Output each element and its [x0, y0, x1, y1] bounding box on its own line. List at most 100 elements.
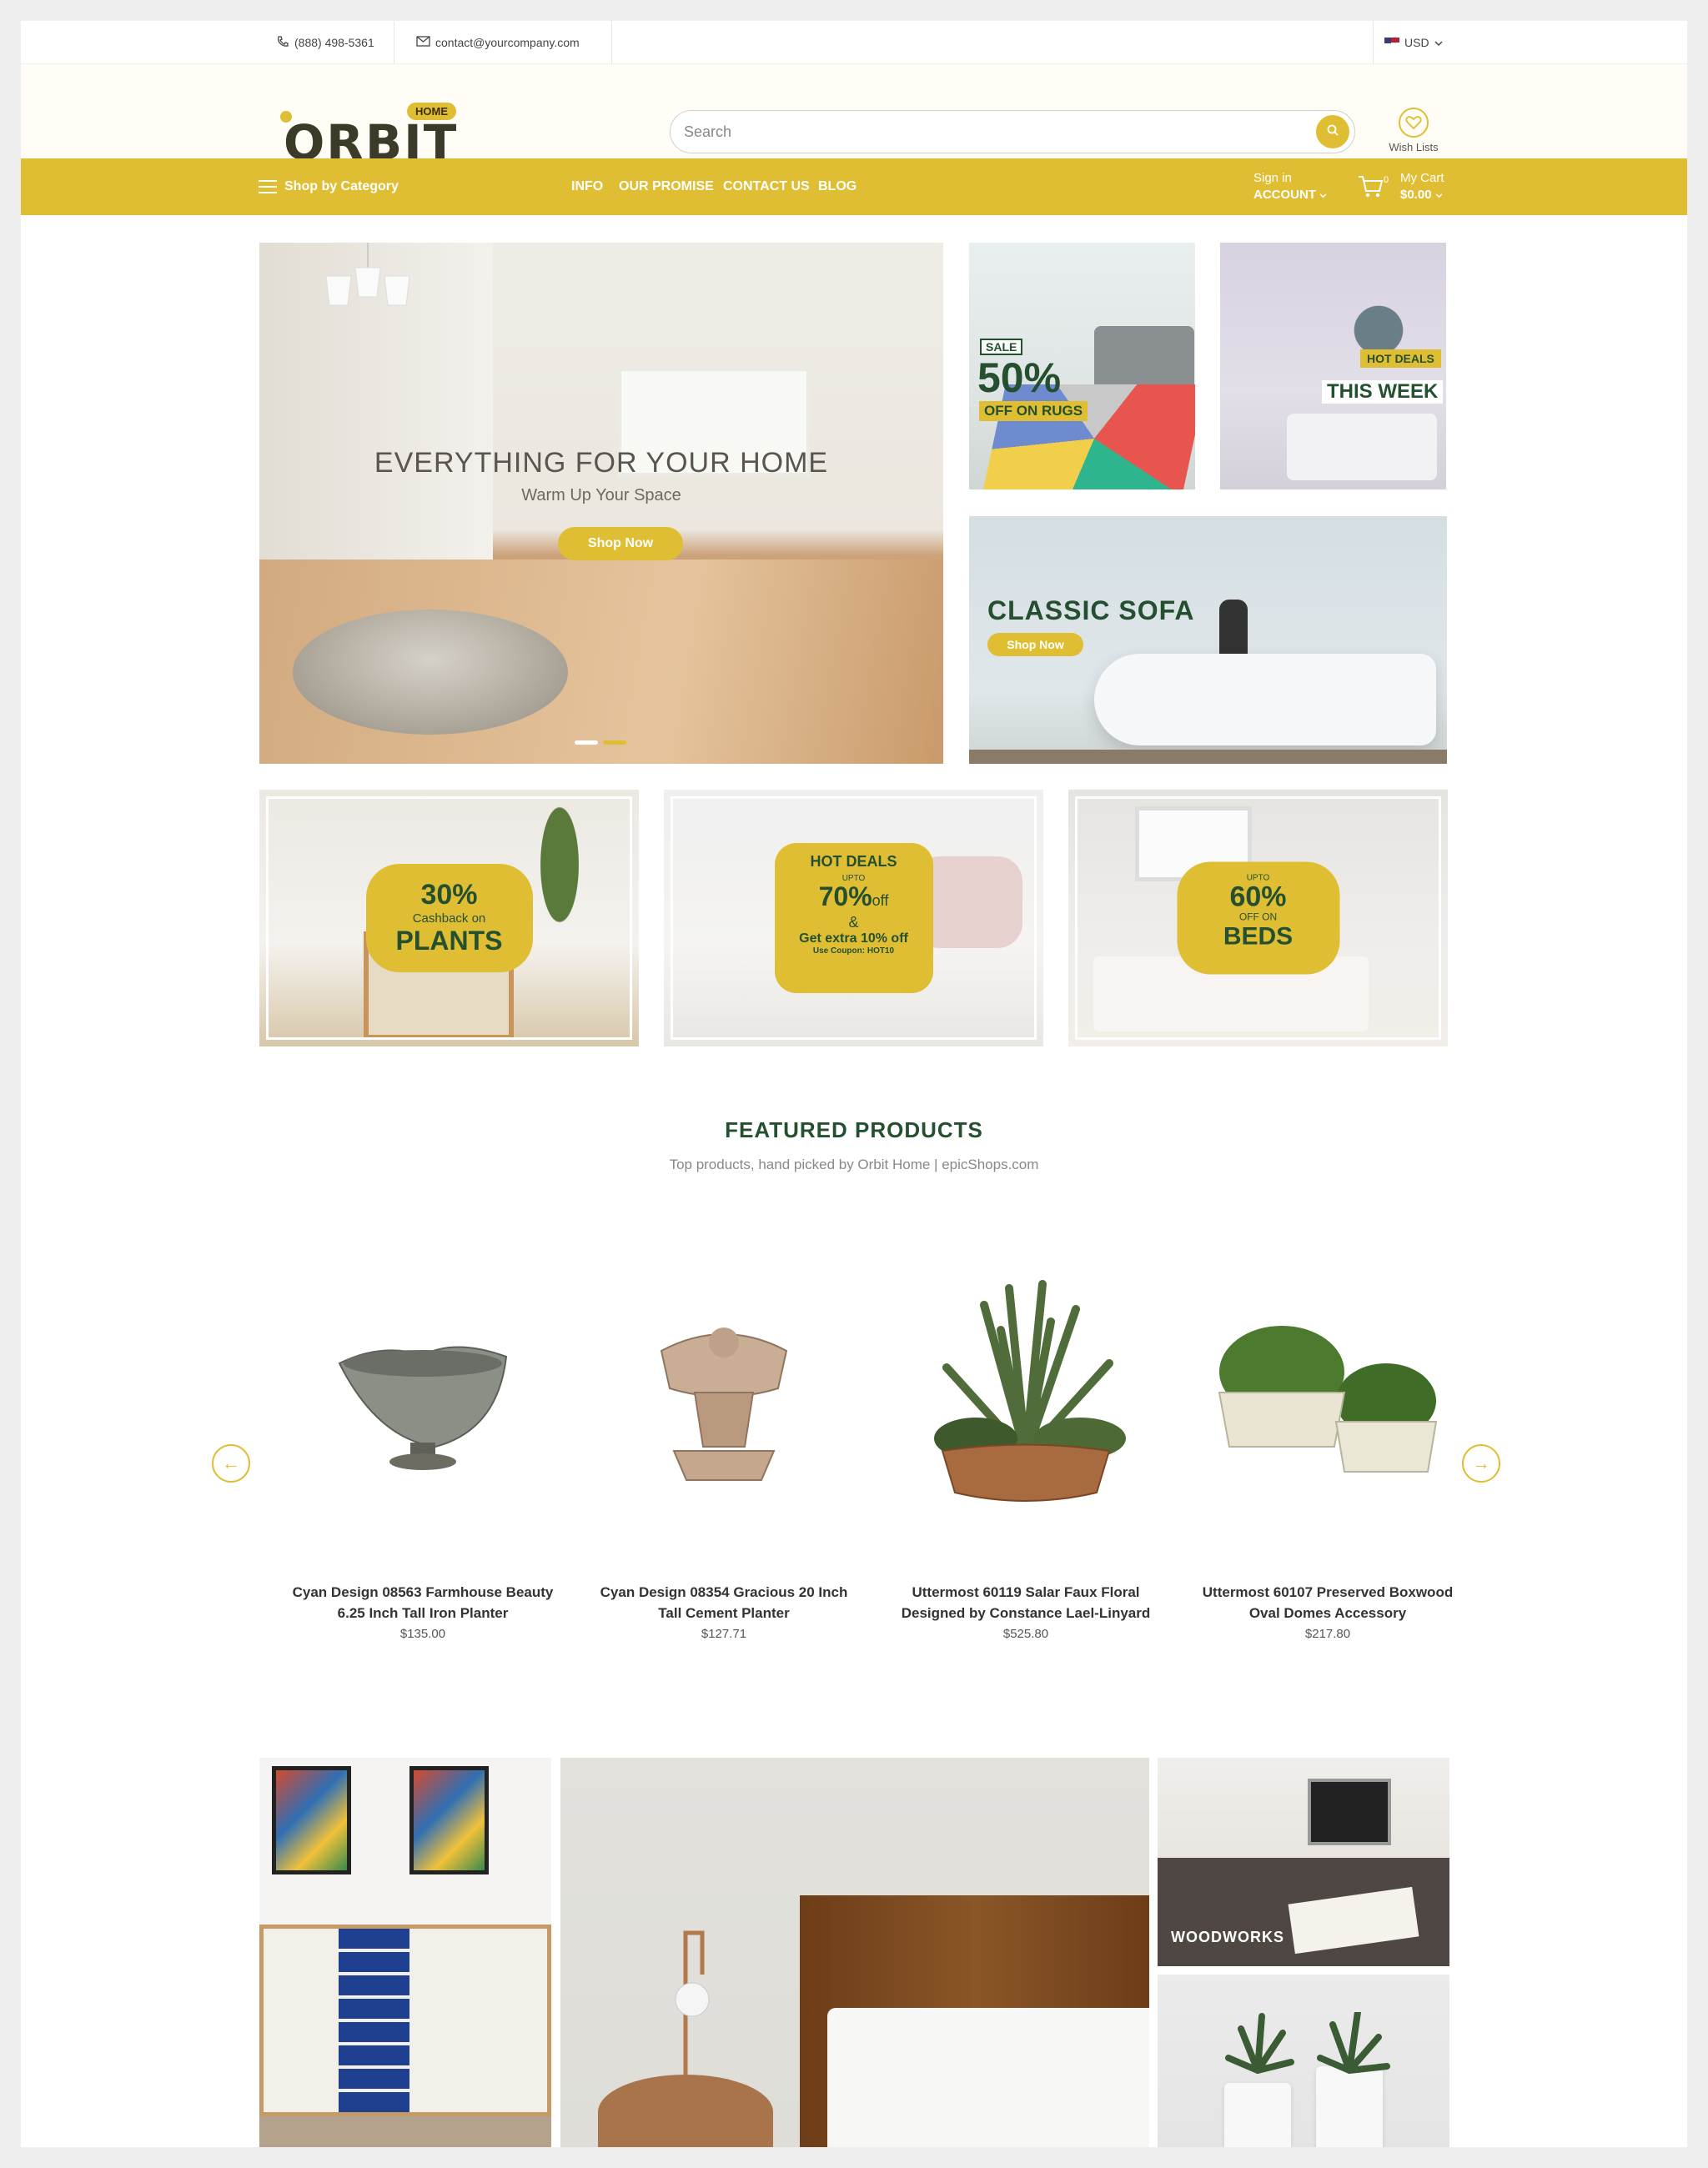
- product-image-cement-planter[interactable]: [582, 1272, 866, 1547]
- nav-link-label: OUR PROMISE: [619, 179, 714, 193]
- chevron-down-icon: [1434, 36, 1443, 49]
- product-price: $217.80: [1304, 1627, 1351, 1641]
- search-button[interactable]: [1316, 115, 1349, 148]
- page: (888) 498-5361 contact@yourcompany.com U…: [21, 21, 1687, 2147]
- classic-sofa-title: CLASSIC SOFA: [987, 595, 1195, 625]
- wall-art-image: [409, 1766, 489, 1874]
- product-image-boxwood-domes[interactable]: [1186, 1272, 1469, 1547]
- product-price: $127.71: [701, 1627, 747, 1641]
- email-address: contact@yourcompany.com: [435, 36, 580, 49]
- gallery-tile-cabinet[interactable]: [259, 1758, 551, 2147]
- gallery-tile-succulents[interactable]: [1158, 1975, 1449, 2147]
- nav-link-contact-us[interactable]: CONTACT US: [723, 158, 810, 215]
- cart-summary[interactable]: My Cart $0.00: [1400, 158, 1444, 215]
- beds-category: BEDS: [1223, 922, 1294, 951]
- plants-line: Cashback on: [412, 911, 486, 926]
- rugs-sale-banner[interactable]: SALE 50% OFF ON RUGS: [969, 243, 1195, 489]
- hero-subtitle: Warm Up Your Space: [521, 486, 681, 504]
- plants-badge: 30% Cashback on PLANTS: [365, 864, 533, 972]
- beds-percent: 60%: [1229, 881, 1287, 913]
- cart-count: 0: [1384, 175, 1389, 185]
- search-input[interactable]: [684, 111, 1268, 153]
- slider-dots: [575, 740, 626, 745]
- nav-link-our-promise[interactable]: OUR PROMISE: [619, 158, 714, 215]
- phone-contact[interactable]: (888) 498-5361: [276, 21, 374, 64]
- currency-selector[interactable]: USD: [1384, 21, 1443, 64]
- featured-products-title: FEATURED PRODUCTS: [725, 1117, 983, 1142]
- hot-percent: 70%: [818, 881, 872, 911]
- account-menu[interactable]: Sign in ACCOUNT: [1253, 158, 1327, 215]
- chevron-down-icon: [1435, 193, 1443, 198]
- hamburger-icon: [259, 180, 277, 193]
- hot-deals-promo[interactable]: HOT DEALS UPTO 70%off & Get extra 10% of…: [664, 790, 1043, 1046]
- phone-number: (888) 498-5361: [294, 36, 374, 49]
- product-image-iron-bowl[interactable]: [281, 1272, 565, 1547]
- nav-link-label: INFO: [571, 179, 604, 193]
- hot-deals-tag: HOT DEALS: [1360, 349, 1441, 368]
- gallery-tile-woodworks[interactable]: WOODWORKS: [1158, 1758, 1449, 1966]
- main-nav: Shop by Category INFO OUR PROMISE CONTAC…: [21, 158, 1687, 215]
- logo-tag: HOME: [407, 103, 456, 120]
- cart-icon[interactable]: 0: [1357, 158, 1389, 215]
- chevron-down-icon: [1319, 193, 1327, 198]
- beds-promo[interactable]: UPTO 60% OFF ON BEDS: [1068, 790, 1448, 1046]
- woodworks-label: WOODWORKS: [1171, 1929, 1284, 1945]
- cart-label: My Cart: [1400, 171, 1444, 185]
- succulent-image: [1225, 2012, 1390, 2074]
- nav-link-label: CONTACT US: [723, 179, 810, 193]
- hero-title: EVERYTHING FOR YOUR HOME: [374, 447, 829, 479]
- top-bar: (888) 498-5361 contact@yourcompany.com U…: [21, 21, 1687, 64]
- mail-icon: [416, 36, 430, 49]
- nav-link-blog[interactable]: BLOG: [818, 158, 857, 215]
- plants-promo[interactable]: 30% Cashback on PLANTS: [259, 790, 639, 1046]
- flag-icon: [1384, 38, 1399, 48]
- slider-dot-active[interactable]: [603, 740, 626, 745]
- shop-by-category-label: Shop by Category: [284, 179, 399, 193]
- product-price: $525.80: [1002, 1627, 1049, 1641]
- heart-icon: [1399, 108, 1429, 138]
- product-name[interactable]: Cyan Design 08354 Gracious 20 Inch Tall …: [582, 1582, 866, 1623]
- hero-slider[interactable]: EVERYTHING FOR YOUR HOME Warm Up Your Sp…: [259, 243, 943, 764]
- product-card[interactable]: Uttermost 60107 Preserved Boxwood Oval D…: [1186, 1272, 1469, 1641]
- search-icon: [1326, 123, 1339, 141]
- hot-deals-title: HOT DEALS: [810, 853, 897, 870]
- product-name[interactable]: Cyan Design 08563 Farmhouse Beauty 6.25 …: [281, 1582, 565, 1623]
- product-card[interactable]: Cyan Design 08563 Farmhouse Beauty 6.25 …: [281, 1272, 565, 1641]
- rugs-off-label: OFF ON RUGS: [979, 401, 1088, 421]
- slider-dot[interactable]: [575, 740, 598, 745]
- shop-by-category[interactable]: Shop by Category: [259, 158, 399, 215]
- this-week-label: THIS WEEK: [1322, 380, 1444, 404]
- email-contact[interactable]: contact@yourcompany.com: [416, 21, 580, 64]
- currency-label: USD: [1404, 36, 1429, 49]
- wall-art-image: [272, 1766, 351, 1874]
- ottoman-image: [293, 610, 568, 735]
- hot-extra: Get extra 10% off: [799, 931, 908, 946]
- classic-sofa-banner[interactable]: CLASSIC SOFA Shop Now: [969, 516, 1447, 764]
- hot-off: off: [872, 892, 889, 909]
- search-bar: [670, 110, 1355, 153]
- chandelier-image: [325, 243, 410, 306]
- wishlist-link[interactable]: Wish Lists: [1380, 108, 1447, 158]
- product-name[interactable]: Uttermost 60119 Salar Faux Floral Design…: [884, 1582, 1168, 1623]
- nav-link-label: BLOG: [818, 179, 857, 193]
- product-card[interactable]: Cyan Design 08354 Gracious 20 Inch Tall …: [582, 1272, 866, 1641]
- hot-deals-badge: HOT DEALS UPTO 70%off & Get extra 10% of…: [774, 843, 933, 993]
- plants-percent: 30%: [420, 879, 478, 911]
- hot-deals-banner[interactable]: HOT DEALS THIS WEEK: [1220, 243, 1446, 489]
- arrow-left-icon[interactable]: ←: [212, 1444, 250, 1483]
- signin-label: Sign in: [1253, 171, 1292, 185]
- phone-icon: [276, 35, 289, 51]
- hot-coupon: Use Coupon: HOT10: [812, 946, 895, 956]
- product-image-faux-floral[interactable]: [884, 1272, 1168, 1547]
- product-card[interactable]: Uttermost 60119 Salar Faux Floral Design…: [884, 1272, 1168, 1641]
- product-name[interactable]: Uttermost 60107 Preserved Boxwood Oval D…: [1186, 1582, 1469, 1623]
- nav-link-info[interactable]: INFO: [571, 158, 603, 215]
- sofa-shop-now-button[interactable]: Shop Now: [987, 633, 1083, 656]
- beds-line: OFF ON: [1238, 911, 1278, 923]
- cart-total: $0.00: [1400, 187, 1443, 203]
- rugs-percent: 50%: [977, 354, 1062, 401]
- beds-badge: UPTO 60% OFF ON BEDS: [1177, 861, 1339, 975]
- logo[interactable]: ORBIT HOME: [275, 103, 492, 171]
- gallery-tile-bedroom[interactable]: [560, 1758, 1149, 2147]
- hero-shop-now-button[interactable]: Shop Now: [558, 527, 683, 560]
